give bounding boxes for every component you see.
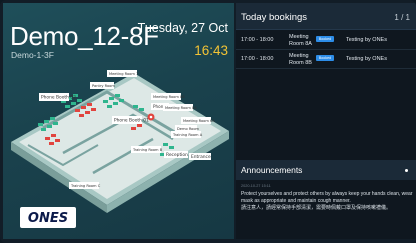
announcements-header: Announcements (236, 160, 416, 180)
current-date: Tuesday, 27 Oct (137, 21, 228, 35)
booking-subject: Testing by ONEs (346, 37, 387, 43)
bookings-title: Today bookings (241, 12, 308, 23)
bookings-header: Today bookings 1 / 1 (236, 3, 416, 30)
booking-subject: Testing by ONEs (346, 56, 387, 62)
booking-time: 17:00 - 18:00 (241, 56, 274, 62)
label-demo-room: Demo Room (177, 127, 200, 131)
booking-room: Meeting Room 8B (289, 53, 312, 66)
label-training-room-b: Training Room B (132, 148, 163, 152)
bookings-panel: Today bookings 1 / 1 17:00 - 18:00 Meeti… (236, 3, 416, 239)
bookings-page-indicator: 1 / 1 (394, 13, 410, 22)
booking-status-badge: Booked (316, 36, 334, 42)
announcement-text: Protect yourselves and protect others by… (241, 191, 413, 204)
floor-name: Demo-1-3F (11, 50, 54, 60)
booking-time: 17:00 - 18:00 (241, 37, 274, 43)
svg-text:ONES: ONES (28, 211, 68, 225)
label-meeting-room-6a: Meeting Room 6A (183, 119, 215, 123)
label-pantry-room: Pantry Room (92, 84, 115, 88)
booking-room: Meeting Room 8A (289, 34, 312, 47)
label-meeting-room-8b: Meeting Room 8B (153, 95, 185, 99)
booking-status-badge: Booked (316, 55, 334, 61)
label-meeting-room-7: Meeting Room 7 (109, 72, 138, 76)
announcement-body: 2020-10-27 15:11 Protect yourselves and … (241, 184, 413, 211)
label-meeting-room-8a: Meeting Room 8A (165, 106, 197, 110)
label-phone-booth-02: Phone Booth 02 (41, 95, 76, 101)
announcement-timestamp: 2020-10-27 15:11 (241, 184, 271, 188)
room-info-panel: Demo_12-8F Demo-1-3F Tuesday, 27 Oct 16:… (3, 3, 234, 239)
booking-row[interactable]: 17:00 - 18:00 Meeting Room 8B Booked Tes… (236, 50, 416, 69)
label-reception: Reception (166, 152, 188, 158)
label-training-room-c: Training Room C (70, 184, 101, 188)
booking-row[interactable]: 17:00 - 18:00 Meeting Room 8A Booked Tes… (236, 31, 416, 50)
ones-logo-mark: ONES (28, 211, 68, 225)
pager-dot-icon[interactable] (405, 169, 408, 172)
label-entrance: Entrance (191, 154, 211, 160)
label-training-room-a: Training Room A (172, 133, 203, 137)
label-phone-booth-01: Phone Booth 01 (114, 118, 149, 124)
ones-logo: ONES (20, 207, 76, 228)
announcements-title: Announcements (241, 165, 303, 175)
current-time: 16:43 (194, 43, 228, 58)
room-display-screen: Demo_12-8F Demo-1-3F Tuesday, 27 Oct 16:… (0, 0, 416, 243)
floor-plan-map[interactable]: Meeting Room 7 Pantry Room Phone Booth 0… (3, 65, 234, 215)
room-name: Demo_12-8F (10, 21, 159, 51)
announcement-text-zh: 請注意人，請經常保持手部清潔，需要時佩戴口罩及保持咳嗽禮儀。 (241, 204, 392, 211)
